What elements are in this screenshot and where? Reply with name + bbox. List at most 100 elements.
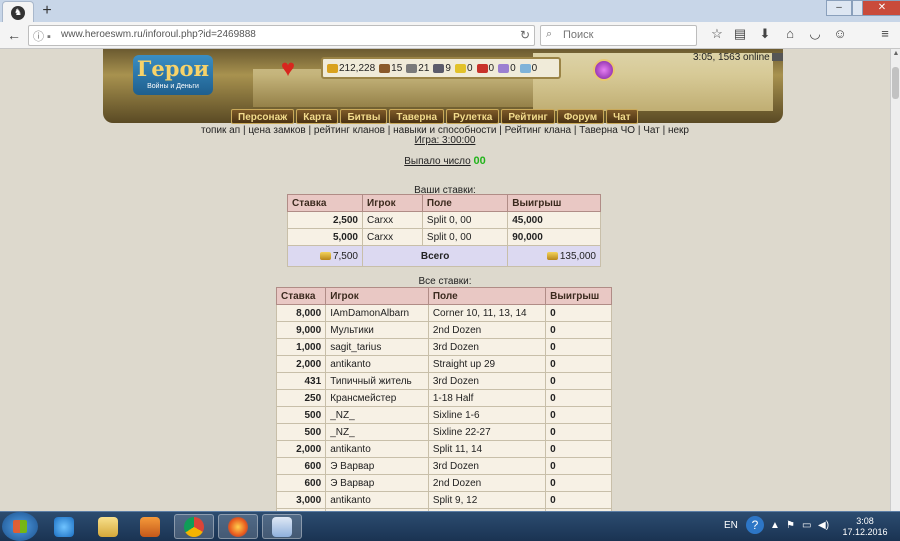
menu-item[interactable]: Персонаж <box>231 109 295 124</box>
menu-icon[interactable]: ≡ <box>876 25 894 43</box>
player-name[interactable]: Э Варвар <box>325 474 429 492</box>
table-row: 600 Э Варвар 3rd Dozen 0 <box>275 457 612 475</box>
taskbar-paint[interactable] <box>262 514 302 539</box>
player-name[interactable]: antikanto <box>325 355 429 373</box>
bookmark-star-icon[interactable]: ☆ <box>708 25 726 43</box>
resource-sulfur: 0 <box>454 63 473 74</box>
flag-icon[interactable]: ⚑ <box>786 520 795 531</box>
bet-amount: 9,000 <box>275 321 327 339</box>
wood-icon <box>379 63 391 73</box>
player-name[interactable]: Э Варвар <box>325 457 429 475</box>
bet-field: Split 0, 00 <box>421 211 509 229</box>
menu-item[interactable]: Таверна <box>389 109 445 124</box>
game-timer-label[interactable]: Игра: 3:00:00 <box>415 135 476 146</box>
bet-field: Split 11, 14 <box>427 440 547 458</box>
bet-winnings: 0 <box>545 338 612 356</box>
new-tab-icon[interactable]: + <box>38 2 56 20</box>
volume-icon[interactable]: ◀) <box>818 520 829 531</box>
extension-icon[interactable]: ☺ <box>831 25 849 43</box>
bet-field: Sixline 1-6 <box>427 406 547 424</box>
taskbar-chrome[interactable] <box>174 514 214 539</box>
bet-amount: 500 <box>275 406 327 424</box>
dropped-number: Выпало число 00 <box>0 155 890 167</box>
home-icon[interactable]: ⌂ <box>781 25 799 43</box>
clock[interactable]: 3:08 17.12.2016 <box>840 516 890 538</box>
table-row: 2,000 antikanto Straight up 29 0 <box>275 355 612 373</box>
bet-winnings: 0 <box>545 440 612 458</box>
mana-orb-icon <box>593 59 615 81</box>
mail-icon[interactable] <box>771 53 783 62</box>
menu-item[interactable]: Битвы <box>340 109 388 124</box>
column-header: Ставка <box>275 287 327 305</box>
gold-icon <box>327 63 338 73</box>
bet-winnings: 0 <box>545 389 612 407</box>
bet-field: Split 9, 12 <box>427 491 547 509</box>
menu-item[interactable]: Рейтинг <box>501 109 555 124</box>
dropped-label[interactable]: Выпало число <box>404 156 470 167</box>
bet-winnings: 45,000 <box>507 211 601 229</box>
game-timer[interactable]: Игра: 3:00:00 <box>0 135 890 146</box>
tray-arrow-icon[interactable]: ▲ <box>770 520 780 531</box>
total-bet: 7,500 <box>287 245 363 267</box>
vertical-scrollbar[interactable]: ▲ <box>890 49 900 511</box>
resource-gold: 212,228 <box>327 63 375 74</box>
menu-item[interactable]: Карта <box>296 109 339 124</box>
network-icon[interactable]: ▭ <box>802 520 811 531</box>
player-name[interactable]: IAmDamonAlbarn <box>325 304 429 322</box>
back-icon[interactable]: ← <box>4 26 24 44</box>
scroll-up-icon[interactable]: ▲ <box>891 50 900 60</box>
resource-value: 212,228 <box>339 62 376 74</box>
reading-list-icon[interactable]: ▤ <box>731 25 749 43</box>
language-indicator[interactable]: EN <box>724 520 738 531</box>
menu-item[interactable]: Чат <box>606 109 638 124</box>
player-name[interactable]: sagit_tarius <box>325 338 429 356</box>
bet-amount: 431 <box>275 372 327 390</box>
resource-diamonds: 0 <box>519 63 537 74</box>
info-icon[interactable]: ⓘ ▪ <box>33 28 51 44</box>
start-button[interactable] <box>2 512 38 541</box>
bet-field: 3rd Dozen <box>427 457 547 475</box>
player-name[interactable]: Мультики <box>325 321 429 339</box>
player-name: Carxx <box>362 211 423 229</box>
bet-winnings: 0 <box>545 491 612 509</box>
menu-item[interactable]: Рулетка <box>446 109 500 124</box>
crystals-icon <box>476 63 488 73</box>
player-name[interactable]: Типичный житель <box>325 372 429 390</box>
mercury-icon <box>433 63 445 73</box>
address-bar[interactable]: ⓘ ▪ www.heroeswm.ru/inforoul.php?id=2469… <box>28 25 535 46</box>
player-name: Carxx <box>362 228 423 246</box>
windows-taskbar: EN ? ▲ ⚑ ▭ ◀) 3:08 17.12.2016 <box>0 511 900 541</box>
browser-tab[interactable]: ♞ <box>2 1 34 23</box>
resource-value: 21 <box>418 62 430 74</box>
pocket-icon[interactable]: ◡ <box>806 25 824 43</box>
taskbar-media-player[interactable] <box>130 514 170 539</box>
table-row: 2,500 Carxx Split 0, 00 45,000 <box>287 211 601 229</box>
close-icon[interactable]: ✕ <box>862 0 900 16</box>
taskbar-firefox[interactable] <box>218 514 258 539</box>
player-name[interactable]: _NZ_ <box>325 423 429 441</box>
player-name[interactable]: _NZ_ <box>325 406 429 424</box>
player-name[interactable]: antikanto <box>325 440 429 458</box>
resource-wood: 15 <box>379 63 402 74</box>
scroll-thumb[interactable] <box>892 67 899 99</box>
reload-icon[interactable]: ↻ <box>520 28 530 42</box>
dropped-value: 00 <box>473 155 486 167</box>
search-box[interactable]: ⌕ <box>540 25 697 46</box>
resource-gems: 0 <box>498 63 516 74</box>
player-name[interactable]: Крансмейстер <box>325 389 429 407</box>
download-icon[interactable]: ⬇ <box>756 25 774 43</box>
help-icon[interactable]: ? <box>746 516 764 534</box>
bet-field: 3rd Dozen <box>427 372 547 390</box>
game-logo[interactable]: Герои Войны и Деньги <box>133 55 213 95</box>
totals-row: 7,500 Всего 135,000 <box>287 245 601 267</box>
player-name[interactable]: antikanto <box>325 491 429 509</box>
firefox-icon <box>228 516 248 537</box>
taskbar-ie[interactable] <box>44 514 84 539</box>
logo-title: Герои <box>136 56 210 81</box>
menu-item[interactable]: Форум <box>556 109 605 124</box>
bet-amount: 600 <box>275 474 327 492</box>
page-content: Герои Войны и Деньги ♥ 212,228 15 21 9 0 0 0 0 … <box>0 49 890 511</box>
search-input[interactable] <box>561 28 685 42</box>
taskbar-explorer[interactable] <box>88 514 128 539</box>
minimize-icon[interactable]: – <box>826 0 852 16</box>
